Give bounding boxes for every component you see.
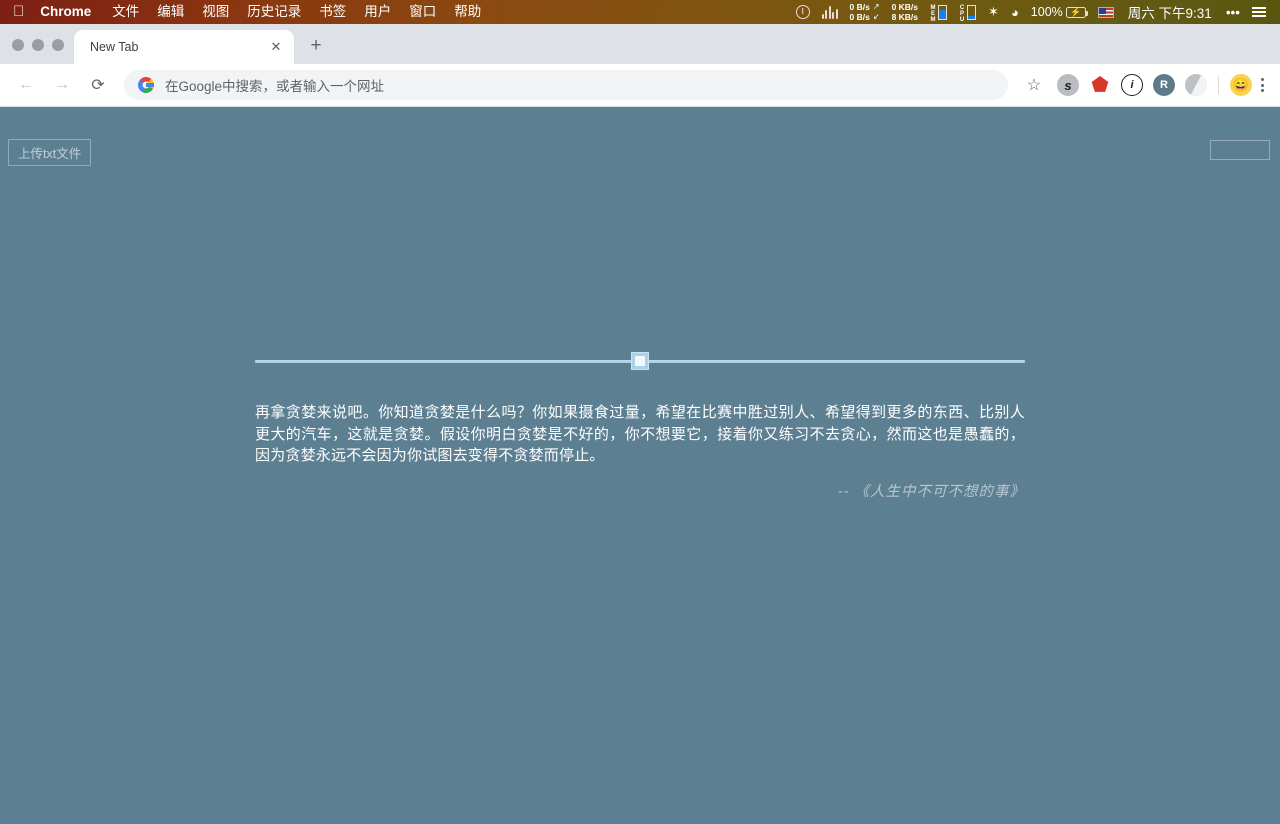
- browser-toolbar: ← → ⟳ 在Google中搜索，或者输入一个网址 ☆ s ⬟ i R 😄: [0, 64, 1280, 107]
- tab-strip: New Tab ✕ +: [0, 24, 1280, 64]
- cpu-gauge-label: CPU: [959, 4, 966, 23]
- toolbar-divider: [1218, 76, 1219, 94]
- extension-info-icon[interactable]: i: [1121, 74, 1143, 96]
- menu-item-history[interactable]: 历史记录: [238, 0, 310, 24]
- forward-icon[interactable]: →: [47, 70, 77, 100]
- net-download-speed: 0 B/s: [849, 12, 870, 22]
- address-bar[interactable]: 在Google中搜索，或者输入一个网址: [124, 70, 1008, 100]
- memory-gauge[interactable]: MEM: [924, 0, 953, 24]
- quote-attribution: -- 《人生中不可不想的事》: [837, 484, 1025, 500]
- close-window-button[interactable]: [12, 39, 24, 51]
- control-center-icon[interactable]: [1246, 0, 1272, 24]
- tab-title: New Tab: [90, 40, 139, 54]
- progress-slider[interactable]: [255, 352, 1025, 370]
- bluetooth-icon[interactable]: ✶: [982, 0, 1005, 24]
- power-icon[interactable]: [790, 0, 816, 24]
- battery-icon: ⚡: [1065, 6, 1089, 18]
- profile-avatar[interactable]: 😄: [1230, 74, 1252, 96]
- network-speed-indicator[interactable]: 0 B/s 0 B/s ↗ ↙: [844, 0, 886, 24]
- wifi-icon[interactable]: ◕: [1005, 0, 1025, 24]
- extension-r-icon[interactable]: R: [1153, 74, 1175, 96]
- apple-logo-icon[interactable]: : [0, 0, 35, 24]
- bookmark-star-icon[interactable]: ☆: [1019, 70, 1049, 100]
- chrome-window: New Tab ✕ + ← → ⟳ 在Google中搜索，或者输入一个网址 ☆ …: [0, 24, 1280, 824]
- window-traffic-lights: [0, 39, 74, 64]
- menu-app-name[interactable]: Chrome: [35, 0, 103, 24]
- menu-bar-left:  Chrome 文件 编辑 视图 历史记录 书签 用户 窗口 帮助: [0, 0, 490, 24]
- disk-read-speed: 8 KB/s: [891, 12, 919, 22]
- battery-percent-label: 100%: [1030, 5, 1063, 19]
- chrome-menu-icon[interactable]: [1257, 78, 1272, 92]
- download-arrow-icon: ↙: [872, 12, 880, 21]
- cpu-gauge[interactable]: CPU: [953, 0, 982, 24]
- back-icon[interactable]: ←: [11, 70, 41, 100]
- menu-item-window[interactable]: 窗口: [400, 0, 445, 24]
- menu-item-view[interactable]: 视图: [193, 0, 238, 24]
- slider-thumb[interactable]: [631, 352, 649, 370]
- maximize-window-button[interactable]: [52, 39, 64, 51]
- new-tab-button[interactable]: +: [302, 32, 330, 60]
- upload-arrow-icon: ↗: [872, 2, 880, 11]
- menu-item-help[interactable]: 帮助: [445, 0, 490, 24]
- memory-gauge-label: MEM: [930, 4, 937, 23]
- battery-status[interactable]: 100% ⚡: [1025, 0, 1092, 24]
- menu-item-edit[interactable]: 编辑: [148, 0, 193, 24]
- address-bar-placeholder: 在Google中搜索，或者输入一个网址: [165, 79, 385, 94]
- menu-item-bookmarks[interactable]: 书签: [310, 0, 355, 24]
- extension-half-circle-icon[interactable]: [1185, 74, 1207, 96]
- quote-text: 再拿贪婪来说吧。你知道贪婪是什么吗？你如果摄食过量，希望在比赛中胜过别人、希望得…: [255, 404, 1025, 464]
- page-content: 上传txt文件 再拿贪婪来说吧。你知道贪婪是什么吗？你如果摄食过量，希望在比赛中…: [0, 132, 1280, 824]
- minimize-window-button[interactable]: [32, 39, 44, 51]
- sound-bars-icon[interactable]: [816, 0, 844, 24]
- google-g-logo-icon: [138, 77, 154, 93]
- menu-item-profiles[interactable]: 用户: [355, 0, 400, 24]
- extension-shield-icon[interactable]: ⬟: [1089, 74, 1111, 96]
- reload-icon[interactable]: ⟳: [83, 70, 113, 100]
- browser-tab[interactable]: New Tab ✕: [74, 30, 294, 64]
- top-right-empty-box[interactable]: [1210, 140, 1270, 160]
- more-dots-icon[interactable]: •••: [1220, 0, 1246, 24]
- menu-item-file[interactable]: 文件: [103, 0, 148, 24]
- macos-menu-bar:  Chrome 文件 编辑 视图 历史记录 书签 用户 窗口 帮助 0 B/s…: [0, 0, 1280, 24]
- net-upload-speed: 0 B/s: [849, 2, 870, 12]
- menu-bar-clock[interactable]: 周六 下午9:31: [1120, 0, 1220, 24]
- tab-close-icon[interactable]: ✕: [266, 37, 286, 57]
- input-source-flag-icon[interactable]: [1092, 0, 1120, 24]
- upload-txt-button[interactable]: 上传txt文件: [8, 139, 92, 166]
- charging-bolt-icon: ⚡: [1070, 6, 1082, 17]
- disk-speed-indicator[interactable]: 0 KB/s 8 KB/s: [886, 0, 924, 24]
- disk-write-speed: 0 KB/s: [891, 2, 919, 12]
- extension-s-icon[interactable]: s: [1057, 74, 1079, 96]
- menu-bar-status-area: 0 B/s 0 B/s ↗ ↙ 0 KB/s 8 KB/s MEM CPU ✶ …: [790, 0, 1280, 24]
